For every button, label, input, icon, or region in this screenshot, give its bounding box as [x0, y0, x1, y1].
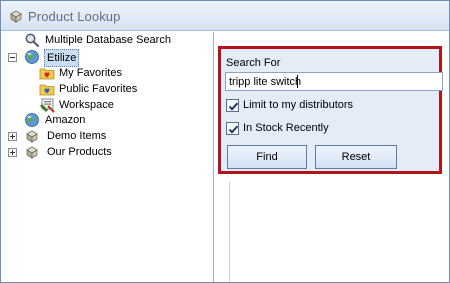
- database-icon: [10, 10, 22, 23]
- search-for-label: Search For: [226, 57, 281, 69]
- tree-item-label: My Favorites: [59, 67, 122, 79]
- expand-our-products-toggle[interactable]: [8, 148, 17, 157]
- tree-item-label: Public Favorites: [59, 83, 138, 95]
- globe-icon: [25, 113, 39, 127]
- in-stock-recently-label: In Stock Recently: [243, 122, 329, 134]
- public-favorites-folder-icon: [39, 84, 55, 96]
- title-bar[interactable]: Product Lookup: [1, 1, 449, 31]
- collapse-etilize-toggle[interactable]: [8, 53, 17, 62]
- globe-icon: [25, 50, 39, 64]
- checkmark-icon: [228, 102, 239, 111]
- tree-item-label: Amazon: [45, 114, 86, 126]
- checkbox-box[interactable]: [226, 122, 239, 135]
- search-input[interactable]: [225, 72, 443, 91]
- source-tree[interactable]: Multiple Database Search Etilize My Favo…: [2, 32, 214, 282]
- tree-item-label: Workspace: [59, 99, 114, 111]
- magnifier-icon: [25, 33, 40, 48]
- find-button[interactable]: Find: [227, 145, 307, 169]
- favorites-folder-icon: [39, 68, 55, 80]
- window-title: Product Lookup: [28, 9, 121, 24]
- checkmark-icon: [228, 125, 239, 134]
- workspace-icon: [40, 98, 55, 113]
- text-caret: [297, 75, 298, 88]
- checkbox-box[interactable]: [226, 99, 239, 112]
- database-icon: [26, 146, 38, 159]
- database-icon: [26, 130, 38, 143]
- tree-item-label: Demo Items: [47, 130, 107, 142]
- expand-demo-items-toggle[interactable]: [8, 132, 17, 141]
- column-divider: [229, 182, 230, 282]
- limit-distributors-label: Limit to my distributors: [243, 99, 354, 111]
- search-panel: Search For Limit to my distributors In S…: [218, 46, 443, 174]
- tree-item-label: Our Products: [47, 146, 112, 158]
- reset-button[interactable]: Reset: [315, 145, 397, 169]
- tree-item-label: Multiple Database Search: [45, 34, 171, 46]
